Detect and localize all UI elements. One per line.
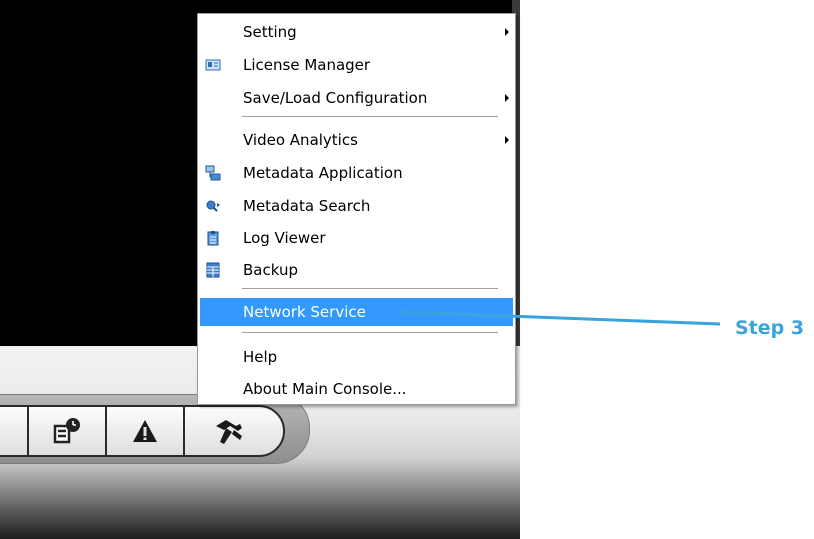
step-3-label: Step 3 bbox=[735, 317, 805, 339]
step-callout-line bbox=[399, 310, 721, 326]
